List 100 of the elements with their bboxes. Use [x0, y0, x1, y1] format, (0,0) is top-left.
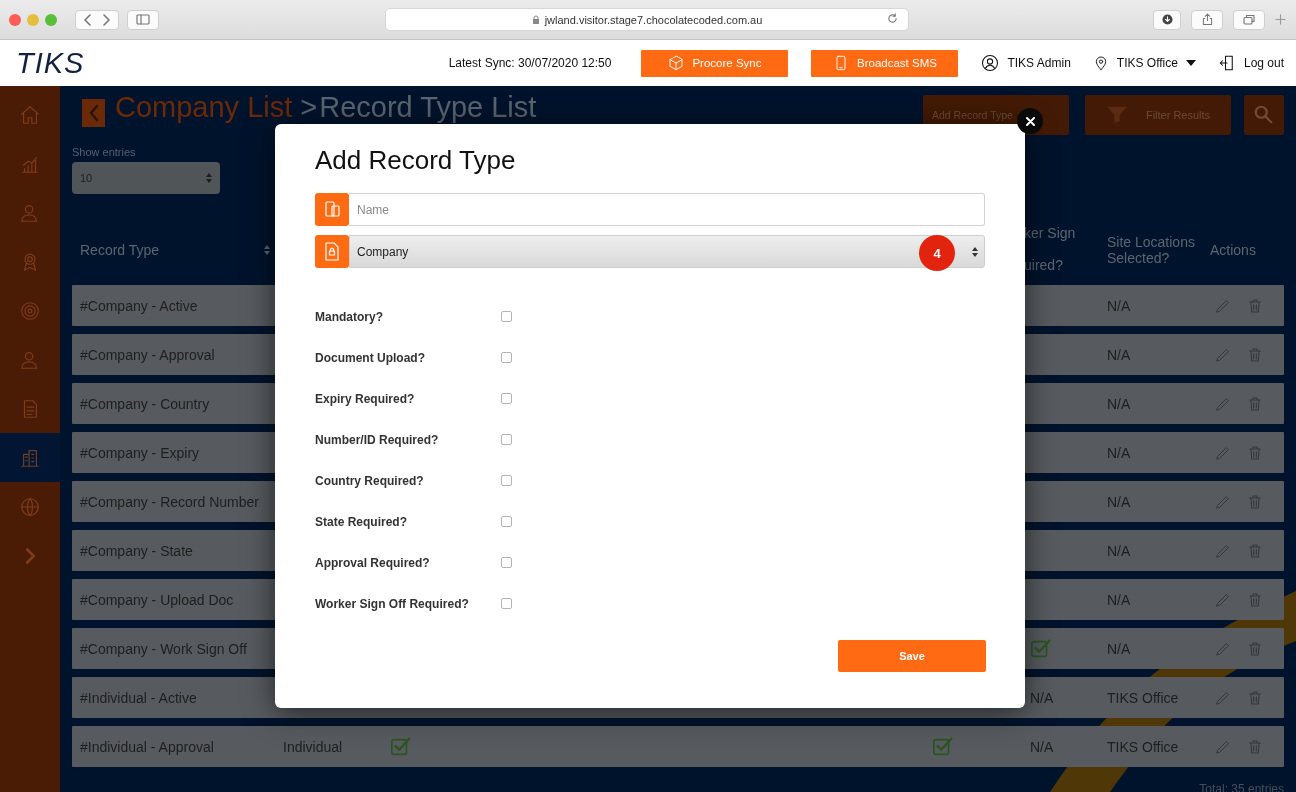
table-cell: #Company - Country — [80, 395, 210, 412]
checkbox[interactable] — [501, 393, 512, 404]
edit-icon[interactable] — [1215, 444, 1231, 461]
table-cell: #Company - Upload Doc — [80, 591, 234, 608]
column-header: Actions — [1210, 241, 1257, 258]
search-button[interactable] — [1244, 95, 1284, 135]
checkbox-label: Mandatory? — [315, 309, 384, 324]
funnel-icon — [1105, 105, 1128, 125]
table-cell: N/A — [1107, 395, 1131, 412]
back-icon — [84, 13, 92, 26]
table-cell: #Company - Active — [80, 297, 198, 314]
type-select[interactable]: Company 4 — [349, 235, 985, 268]
count-badge: 4 — [919, 235, 955, 271]
trash-icon[interactable] — [1247, 394, 1263, 413]
checkbox-label: Worker Sign Off Required? — [315, 596, 470, 611]
search-icon — [1253, 104, 1275, 126]
breadcrumb-separator: > — [300, 93, 318, 121]
edit-icon[interactable] — [1215, 591, 1231, 608]
table-cell: N/A — [1107, 346, 1131, 363]
table-cell: TIKS Office — [1107, 689, 1179, 706]
target-icon — [19, 299, 41, 322]
table-cell: #Company - Approval — [80, 346, 215, 363]
location-dropdown[interactable]: TIKS Office — [1092, 54, 1196, 72]
checkbox-label: Document Upload? — [315, 350, 426, 365]
back-button[interactable] — [82, 99, 105, 127]
logout-link[interactable]: Log out — [1217, 54, 1284, 72]
table-cell: Individual — [283, 738, 343, 755]
trash-icon[interactable] — [1247, 688, 1263, 707]
trash-icon[interactable] — [1247, 541, 1263, 560]
column-header[interactable]: Record Type — [80, 241, 160, 258]
checkbox[interactable] — [501, 557, 512, 568]
download-button[interactable] — [1153, 9, 1181, 30]
window-control-icon[interactable] — [45, 13, 57, 26]
new-tab-icon[interactable] — [1275, 14, 1286, 25]
close-icon — [1025, 116, 1035, 126]
checkbox-label: Expiry Required? — [315, 391, 416, 406]
reload-icon[interactable] — [887, 13, 898, 24]
edit-icon[interactable] — [1215, 542, 1231, 559]
sync-status: Latest Sync: 30/07/2020 12:50 — [448, 56, 612, 70]
trash-icon[interactable] — [1247, 737, 1263, 756]
table-cell: N/A — [1107, 640, 1131, 657]
table-cell: #Company - Expiry — [80, 444, 200, 461]
breadcrumb-link[interactable]: Record Type List — [319, 93, 537, 121]
save-button[interactable]: Save — [838, 640, 986, 672]
edit-icon[interactable] — [1215, 346, 1231, 363]
table-cell: #Company - State — [80, 542, 193, 559]
user-name[interactable]: TIKS Admin — [1007, 56, 1071, 70]
window-control-icon[interactable] — [27, 13, 39, 26]
checkbox[interactable] — [501, 352, 512, 363]
trash-icon[interactable] — [1247, 492, 1263, 511]
address-bar[interactable]: jwland.visitor.stage7.chocolatecoded.com.au — [385, 8, 909, 31]
edit-icon[interactable] — [1215, 689, 1231, 706]
edit-icon[interactable] — [1215, 493, 1231, 510]
trash-icon[interactable] — [1247, 590, 1263, 609]
tabs-button[interactable] — [1233, 9, 1265, 30]
trash-icon[interactable] — [1247, 345, 1263, 364]
share-icon — [1201, 13, 1213, 26]
table-cell: #Company - Record Number — [80, 493, 259, 510]
trash-icon[interactable] — [1247, 443, 1263, 462]
device-icon — [315, 193, 349, 226]
edit-icon[interactable] — [1215, 395, 1231, 412]
table-cell: N/A — [1030, 689, 1054, 706]
table-row[interactable]: #Individual - Approval Individual N/A TIKS Office — [72, 726, 1284, 767]
edit-icon[interactable] — [1215, 297, 1231, 314]
table-cell: N/A — [1107, 297, 1131, 314]
trash-icon[interactable] — [1247, 639, 1263, 658]
sidebar-item[interactable] — [0, 433, 60, 482]
sort-icon — [264, 244, 270, 255]
back-forward-buttons[interactable] — [75, 9, 119, 30]
edit-icon[interactable] — [1215, 640, 1231, 657]
name-field[interactable]: Name — [349, 193, 985, 226]
checkbox[interactable] — [501, 598, 512, 609]
checkbox-label: Country Required? — [315, 473, 425, 488]
modal-title: Add Record Type — [315, 146, 517, 174]
table-cell: N/A — [1030, 738, 1054, 755]
window-control-icon[interactable] — [9, 13, 21, 26]
trash-icon[interactable] — [1247, 296, 1263, 315]
checkbox[interactable] — [501, 311, 512, 322]
share-button[interactable] — [1191, 9, 1223, 30]
checkbox-label: State Required? — [315, 514, 408, 529]
checkbox[interactable] — [501, 434, 512, 445]
table-cell: #Company - Work Sign Off — [80, 640, 247, 657]
globe-icon — [19, 495, 41, 518]
home-icon — [19, 103, 41, 126]
checkbox[interactable] — [501, 516, 512, 527]
sidebar-toggle-button[interactable] — [127, 9, 159, 30]
breadcrumb-link[interactable]: Company List — [115, 93, 293, 121]
logo[interactable]: TIKS — [16, 46, 85, 80]
download-icon — [1161, 14, 1173, 25]
table-cell: N/A — [1107, 591, 1131, 608]
table-cell: TIKS Office — [1107, 738, 1179, 755]
edit-icon[interactable] — [1215, 738, 1231, 755]
checkbox[interactable] — [501, 475, 512, 486]
column-header: Site Locations Selected? — [1107, 233, 1196, 266]
sidebar-icon — [136, 14, 150, 25]
chevron-left-icon — [87, 104, 100, 122]
checkbox-label: Approval Required? — [315, 555, 431, 570]
updown-arrows-icon — [972, 246, 978, 257]
forward-icon — [102, 13, 110, 26]
table-cell: N/A — [1107, 542, 1131, 559]
